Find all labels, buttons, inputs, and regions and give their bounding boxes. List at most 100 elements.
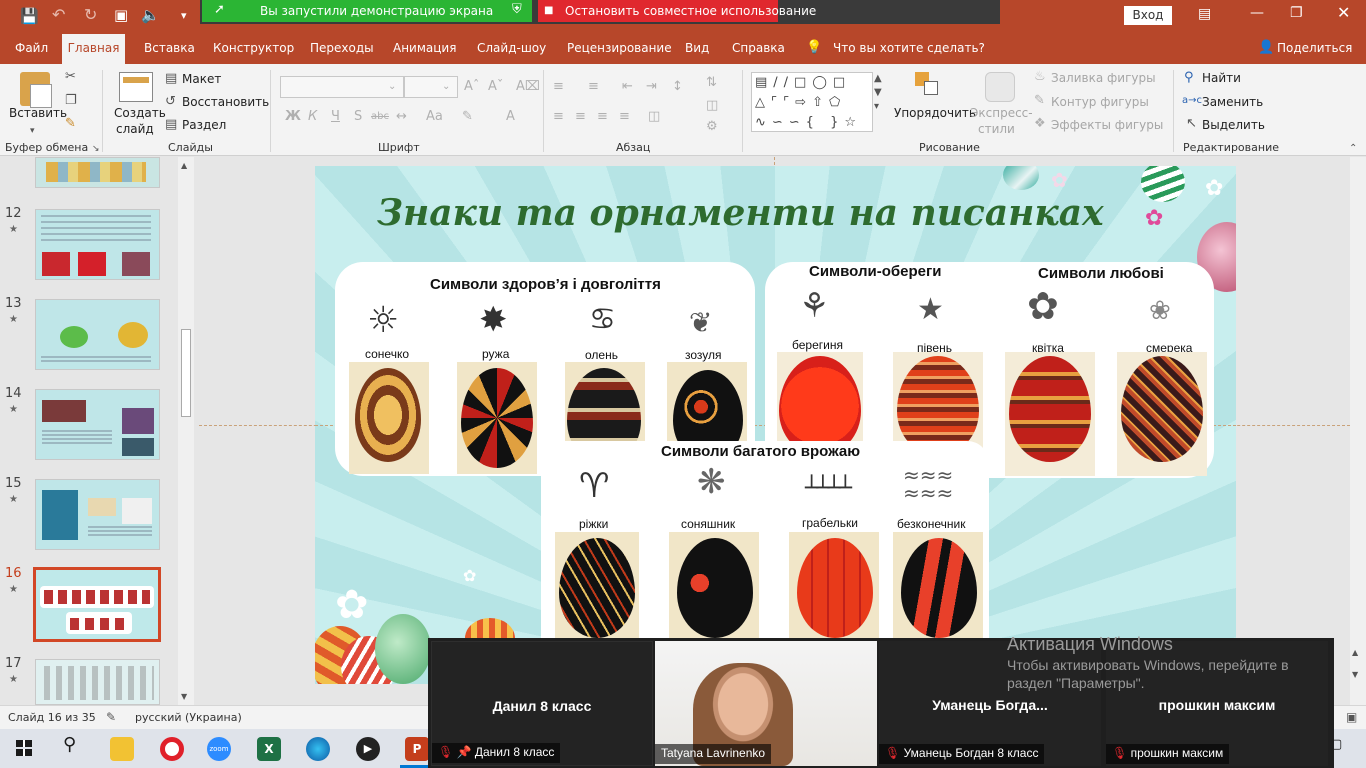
find-button[interactable]: Найти (1202, 71, 1241, 85)
scroll-thumb[interactable] (181, 329, 191, 417)
new-slide-button[interactable]: Создать (114, 106, 166, 120)
quick-styles-button-2[interactable]: стили (978, 122, 1015, 136)
align-text-icon[interactable]: ◫ (706, 99, 718, 113)
arrange-button[interactable]: Упорядочить (894, 106, 976, 120)
thumbnail-scrollbar[interactable]: ▲ ▼ (178, 157, 194, 705)
section-button[interactable]: Раздел (182, 118, 226, 132)
accessibility-icon[interactable]: ✎ (106, 710, 116, 724)
quick-styles-button[interactable]: Экспресс- (970, 106, 1033, 120)
participant-tile[interactable]: Данил 8 класс 🎙 📌 Данил 8 класс (431, 641, 653, 766)
line-spacing-icon[interactable]: ↕ (672, 80, 683, 94)
clipboard-launcher-icon[interactable]: ↘ (92, 142, 100, 156)
thumbnail-16[interactable] (33, 567, 161, 642)
italic-icon[interactable]: К (308, 110, 317, 124)
save-icon[interactable]: 💾 (20, 9, 39, 24)
decrease-indent-icon[interactable]: ⇤ (622, 80, 633, 94)
select-button[interactable]: Выделить (1202, 118, 1265, 132)
speaker-icon[interactable]: 🔈 (141, 8, 160, 23)
shape-fill-button[interactable]: Заливка фигуры (1051, 71, 1156, 85)
layout-button[interactable]: Макет (182, 72, 221, 86)
align-left-icon[interactable]: ≡ (553, 110, 564, 124)
thumbnail-14[interactable] (35, 389, 160, 460)
quick-styles-icon[interactable] (985, 72, 1015, 102)
strikethrough-icon[interactable]: abc (371, 110, 389, 124)
increase-indent-icon[interactable]: ⇥ (646, 80, 657, 94)
tab-home[interactable]: Главная (62, 34, 125, 64)
tab-help[interactable]: Справка (732, 41, 785, 55)
powerpoint-icon[interactable]: P (405, 737, 429, 761)
tab-insert[interactable]: Вставка (144, 41, 195, 55)
tab-animations[interactable]: Анимация (393, 41, 456, 55)
opera-icon[interactable] (160, 737, 184, 761)
thumbnail-12[interactable] (35, 209, 160, 280)
align-center-icon[interactable]: ≡ (575, 110, 586, 124)
font-color-icon[interactable]: A (506, 110, 515, 124)
scroll-up-icon[interactable]: ▲ (1352, 646, 1358, 660)
highlight-icon[interactable]: ✎ (462, 110, 473, 124)
arrange-icon[interactable] (915, 72, 941, 98)
maximize-icon[interactable]: ❐ (1290, 6, 1303, 20)
scroll-down-icon[interactable]: ▼ (181, 690, 187, 704)
tab-design[interactable]: Конструктор (213, 41, 294, 55)
media-player-icon[interactable]: ▶ (356, 737, 380, 761)
thumbnail-11[interactable] (35, 157, 160, 188)
tab-transitions[interactable]: Переходы (310, 41, 374, 55)
undo-icon[interactable]: ↶ (52, 7, 65, 23)
gallery-scroll-icon[interactable]: ▲ ▼ ▾ (874, 72, 882, 114)
editor-scrollbar[interactable] (1350, 157, 1366, 705)
increase-font-icon[interactable]: Aˆ (464, 80, 479, 94)
shape-outline-button[interactable]: Контур фигуры (1051, 95, 1149, 109)
edge-icon[interactable] (306, 737, 330, 761)
ribbon-display-icon[interactable]: ▤ (1198, 7, 1211, 21)
underline-icon[interactable]: Ч (331, 110, 340, 124)
change-case-icon[interactable]: Aa (426, 110, 443, 124)
new-slide-button-2[interactable]: слайд (116, 122, 154, 136)
present-icon[interactable]: ▣ (114, 8, 128, 23)
bold-icon[interactable]: Ж (285, 110, 301, 124)
collapse-ribbon-icon[interactable]: ⌃ (1349, 142, 1357, 156)
paste-dropdown-icon[interactable]: ▾ (30, 124, 35, 138)
tab-file[interactable]: Файл (15, 41, 48, 55)
shadow-icon[interactable]: S (354, 110, 362, 124)
smartart-icon[interactable]: ⚙ (706, 120, 718, 134)
thumbnail-15[interactable] (35, 479, 160, 550)
font-name-combo[interactable] (280, 76, 404, 98)
redo-icon[interactable]: ↻ (84, 7, 97, 23)
bullets-icon[interactable]: ≡ (553, 80, 564, 94)
tab-slideshow[interactable]: Слайд-шоу (477, 41, 546, 55)
shape-effects-button[interactable]: Эффекты фигуры (1051, 118, 1163, 132)
minimize-icon[interactable]: — (1250, 6, 1264, 20)
numbering-icon[interactable]: ≡ (588, 80, 599, 94)
close-icon[interactable]: ✕ (1337, 5, 1350, 21)
tell-me-input[interactable]: Что вы хотите сделать? (833, 41, 985, 55)
language-indicator[interactable]: русский (Украина) (135, 711, 242, 724)
reset-button[interactable]: Восстановить (182, 95, 269, 109)
scroll-down-icon[interactable]: ▼ (1352, 668, 1358, 682)
stop-share-button[interactable]: ■ Остановить совместное использование (538, 0, 816, 22)
zoom-icon[interactable]: zoom (207, 737, 231, 761)
thumbnail-17[interactable] (35, 659, 160, 705)
copy-icon[interactable]: ❐ (65, 94, 77, 108)
customize-qat-icon[interactable]: ▾ (181, 9, 187, 23)
thumbnail-13[interactable] (35, 299, 160, 370)
fit-slide-icon[interactable]: ▣ (1346, 710, 1357, 724)
clear-format-icon[interactable]: A⌧ (516, 80, 540, 94)
participant-tile-video[interactable]: Tatyana Lavrinenko (655, 641, 877, 766)
slide-canvas[interactable]: Знаки та орнаменти на писанках ✿ ✿ ✿ ✿ ✿… (315, 166, 1236, 684)
tab-view[interactable]: Вид (685, 41, 709, 55)
decrease-font-icon[interactable]: Aˇ (488, 80, 503, 94)
shapes-gallery[interactable]: ▤∕∕□◯□ △⌜⌜⇨⇧⬠ ∿∽∽{ }☆ (751, 72, 873, 132)
signin-button[interactable]: Вход (1124, 6, 1172, 25)
format-painter-icon[interactable]: ✎ (65, 117, 76, 131)
scroll-up-icon[interactable]: ▲ (181, 159, 187, 173)
share-button[interactable]: Поделиться (1277, 41, 1352, 55)
paste-button[interactable]: Вставить (9, 106, 67, 120)
file-explorer-icon[interactable] (110, 737, 134, 761)
excel-icon[interactable]: X (257, 737, 281, 761)
cut-icon[interactable]: ✂ (65, 70, 76, 84)
align-right-icon[interactable]: ≡ (597, 110, 608, 124)
justify-icon[interactable]: ≡ (619, 110, 630, 124)
char-spacing-icon[interactable]: ↔ (396, 110, 407, 124)
search-icon[interactable]: ⚲ (63, 736, 76, 754)
tab-review[interactable]: Рецензирование (567, 41, 672, 55)
